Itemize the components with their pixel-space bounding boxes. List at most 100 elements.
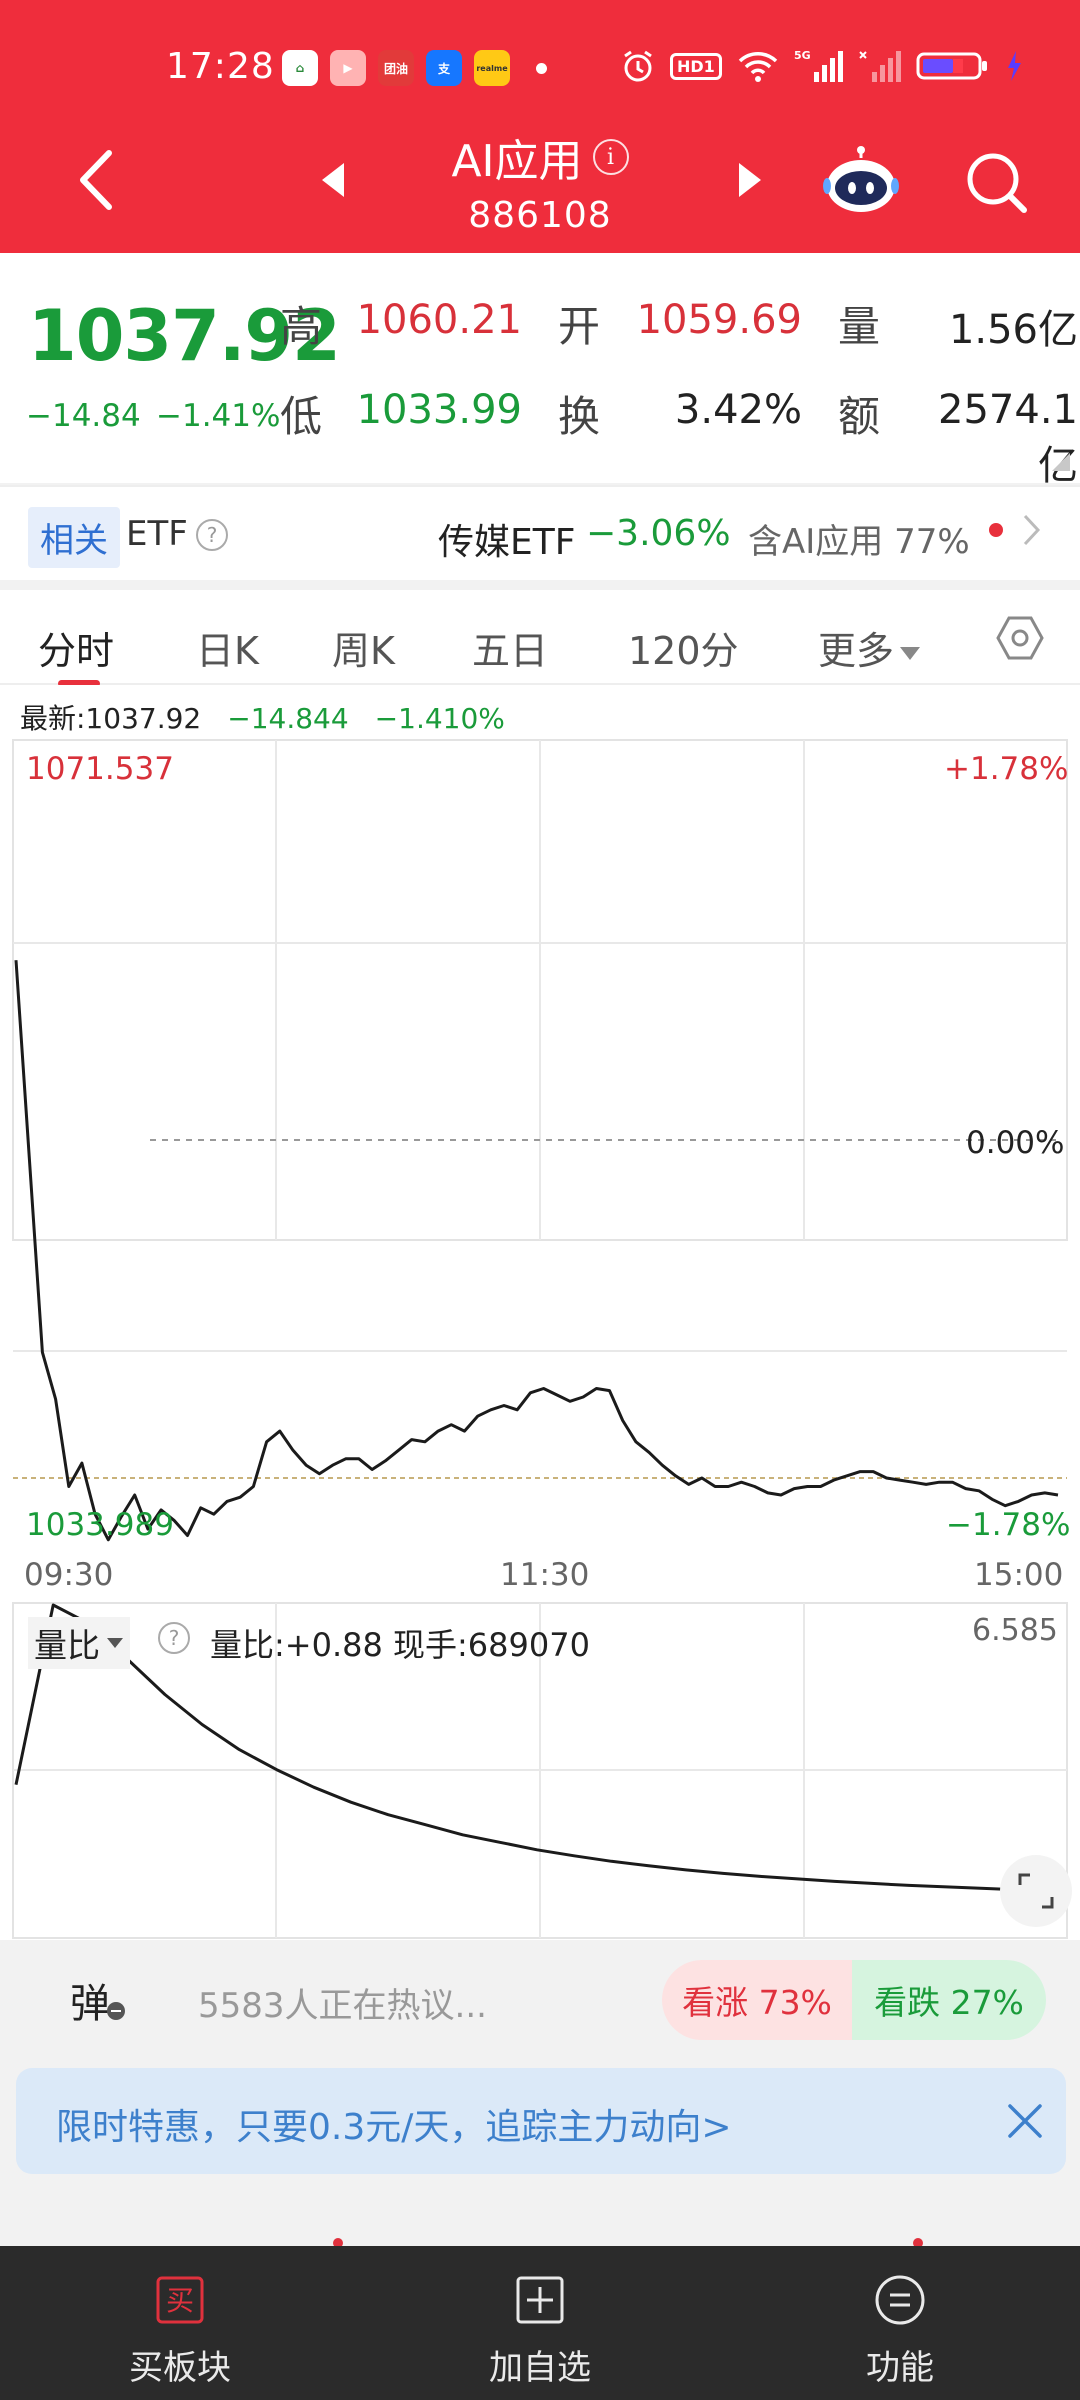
etf-name: 传媒ETF xyxy=(438,522,576,563)
robot-assistant-button[interactable] xyxy=(822,145,900,215)
price-change: −14.84 xyxy=(26,398,141,434)
chart-area: 最新:1037.92 −14.844 −1.410% 1071.537 +1.78%… xyxy=(0,685,1080,1940)
price-change-pct: −1.41% xyxy=(156,398,281,434)
fullscreen-icon xyxy=(1018,1873,1054,1909)
buy-icon-glyph: 买 xyxy=(166,2284,194,2317)
home-app-icon: ⌂ xyxy=(282,50,318,86)
chevron-right-icon[interactable] xyxy=(1022,513,1042,547)
dropdown-icon xyxy=(107,1638,123,1648)
time-label-noon: 11:30 xyxy=(500,1557,590,1593)
label-turnover: 换 xyxy=(558,392,601,441)
danmaku-toggle[interactable]: 弹 xyxy=(36,1958,160,2042)
nav-label: 功能 xyxy=(866,2348,934,2388)
stock-title: AI应用 i 886108 xyxy=(380,125,700,236)
etf-include-pct: 77% xyxy=(894,522,970,562)
triangle-right-icon xyxy=(739,163,761,197)
etf-label: ETF xyxy=(126,514,188,554)
nav-label: 加自选 xyxy=(489,2348,591,2388)
tab-five-day[interactable]: 五日 xyxy=(472,620,548,675)
pct-axis-max: +1.78% xyxy=(944,751,1069,787)
signal-empty-icon xyxy=(859,51,901,82)
robot-icon xyxy=(823,146,899,212)
bottom-nav: 买 买板块 加自选 功能 xyxy=(0,2246,1080,2400)
charging-icon xyxy=(1007,51,1021,81)
back-button[interactable] xyxy=(68,145,124,215)
buy-icon: 买 xyxy=(154,2274,206,2326)
intraday-chart[interactable] xyxy=(0,685,1080,1940)
period-tabs: 分时 日K 周K 五日 120分 更多 xyxy=(0,580,1080,687)
pct-axis-min: −1.78% xyxy=(946,1507,1071,1543)
fullscreen-button[interactable] xyxy=(1000,1855,1072,1927)
status-time: 17:28 xyxy=(166,46,275,87)
time-label-close: 15:00 xyxy=(974,1557,1064,1593)
label-open: 开 xyxy=(558,302,601,351)
promo-banner[interactable]: 限时特惠，只要0.3元/天，追踪主力动向> xyxy=(16,2068,1066,2174)
next-stock-button[interactable] xyxy=(733,160,765,200)
info-icon[interactable]: i xyxy=(592,139,629,175)
notification-dot xyxy=(536,62,547,74)
quote-panel: 1037.92 −14.84 −1.41% 高 低 1060.21 1033.9… xyxy=(0,253,1080,489)
amount-value: 2574.1亿 xyxy=(938,387,1078,489)
wifi-icon xyxy=(738,52,778,82)
price-series-line xyxy=(14,960,1059,1542)
label-volume: 量 xyxy=(838,302,881,351)
alipay-app-icon: 支 xyxy=(426,50,462,86)
menu-icon xyxy=(874,2274,926,2326)
danmaku-label: 弹 xyxy=(70,1981,110,2027)
volume-ratio-selector[interactable]: 量比 xyxy=(28,1617,130,1669)
settings-hex-icon[interactable] xyxy=(996,614,1044,662)
label-amount: 额 xyxy=(838,392,881,441)
realme-app-icon: realme xyxy=(474,50,510,86)
pct-axis-mid: 0.00% xyxy=(966,1125,1065,1161)
search-button[interactable] xyxy=(962,148,1032,218)
label-high: 高 xyxy=(280,302,323,351)
label-low: 低 xyxy=(280,392,323,441)
discussion-text[interactable]: 5583人正在热议... xyxy=(198,1978,487,2027)
add-icon xyxy=(514,2274,566,2326)
help-icon[interactable]: ? xyxy=(196,519,228,551)
price-axis-min: 1033.989 xyxy=(26,1507,174,1543)
caret-down-icon xyxy=(900,647,921,660)
promo-text: 限时特惠，只要0.3元/天，追踪主力动向> xyxy=(56,2107,732,2148)
volume-help-icon[interactable]: ? xyxy=(158,1622,190,1654)
vote-bear-button[interactable]: 看跌 27% xyxy=(852,1960,1046,2040)
back-arrow-icon xyxy=(80,150,112,210)
video-app-icon: ▶ xyxy=(330,50,366,86)
header-bar: 17:28 ⌂ ▶ 团油支 realme HD1 5G AI应用 i 886108 xyxy=(0,0,1080,253)
volume-ratio-label: 量比 xyxy=(34,1626,100,1665)
stock-name: AI应用 xyxy=(451,136,583,187)
stock-code: 886108 xyxy=(468,195,612,236)
svg-text:5G: 5G xyxy=(794,49,811,62)
tab-weekly-k[interactable]: 周K xyxy=(332,620,395,675)
related-etf-row[interactable]: 相关 ETF ? 传媒ETF −3.06% 含AI应用 77% xyxy=(0,485,1080,581)
volume-axis-max: 6.585 xyxy=(972,1613,1058,1648)
volume-value: 1.56亿 xyxy=(948,307,1078,353)
tab-daily-k[interactable]: 日K xyxy=(196,620,259,675)
alarm-icon xyxy=(624,50,652,82)
close-icon[interactable] xyxy=(1006,2102,1044,2140)
high-value: 1060.21 xyxy=(356,297,522,343)
tab-120min[interactable]: 120分 xyxy=(628,620,739,675)
triangle-left-icon xyxy=(322,163,344,197)
tab-more-label: 更多 xyxy=(818,629,895,673)
etf-include-label: 含AI应用 77% xyxy=(748,514,970,563)
nav-buy-sector[interactable]: 买 买板块 xyxy=(60,2246,300,2400)
nav-functions[interactable]: 功能 xyxy=(780,2246,1020,2400)
minus-circle-icon xyxy=(107,2002,125,2020)
tab-more[interactable]: 更多 xyxy=(818,620,921,675)
battery-icon xyxy=(916,52,987,80)
signal-5g-icon: 5G xyxy=(794,49,843,82)
turnover-value: 3.42% xyxy=(674,387,802,433)
nav-label: 买板块 xyxy=(129,2348,231,2388)
prev-stock-button[interactable] xyxy=(318,160,350,200)
low-value: 1033.99 xyxy=(356,387,522,433)
related-tag: 相关 xyxy=(28,507,120,568)
status-indicators: HD1 5G xyxy=(620,48,1022,84)
expand-corner-icon[interactable] xyxy=(1052,453,1070,471)
tuanyou-app-icon: 团油 xyxy=(378,50,414,86)
nav-add-watchlist[interactable]: 加自选 xyxy=(420,2246,660,2400)
red-dot-icon xyxy=(989,523,1003,537)
volume-ratio-info: 量比:+0.88 现手:689070 xyxy=(210,1626,590,1664)
tab-intraday[interactable]: 分时 xyxy=(38,620,114,675)
vote-bull-button[interactable]: 看涨 73% xyxy=(662,1960,852,2040)
